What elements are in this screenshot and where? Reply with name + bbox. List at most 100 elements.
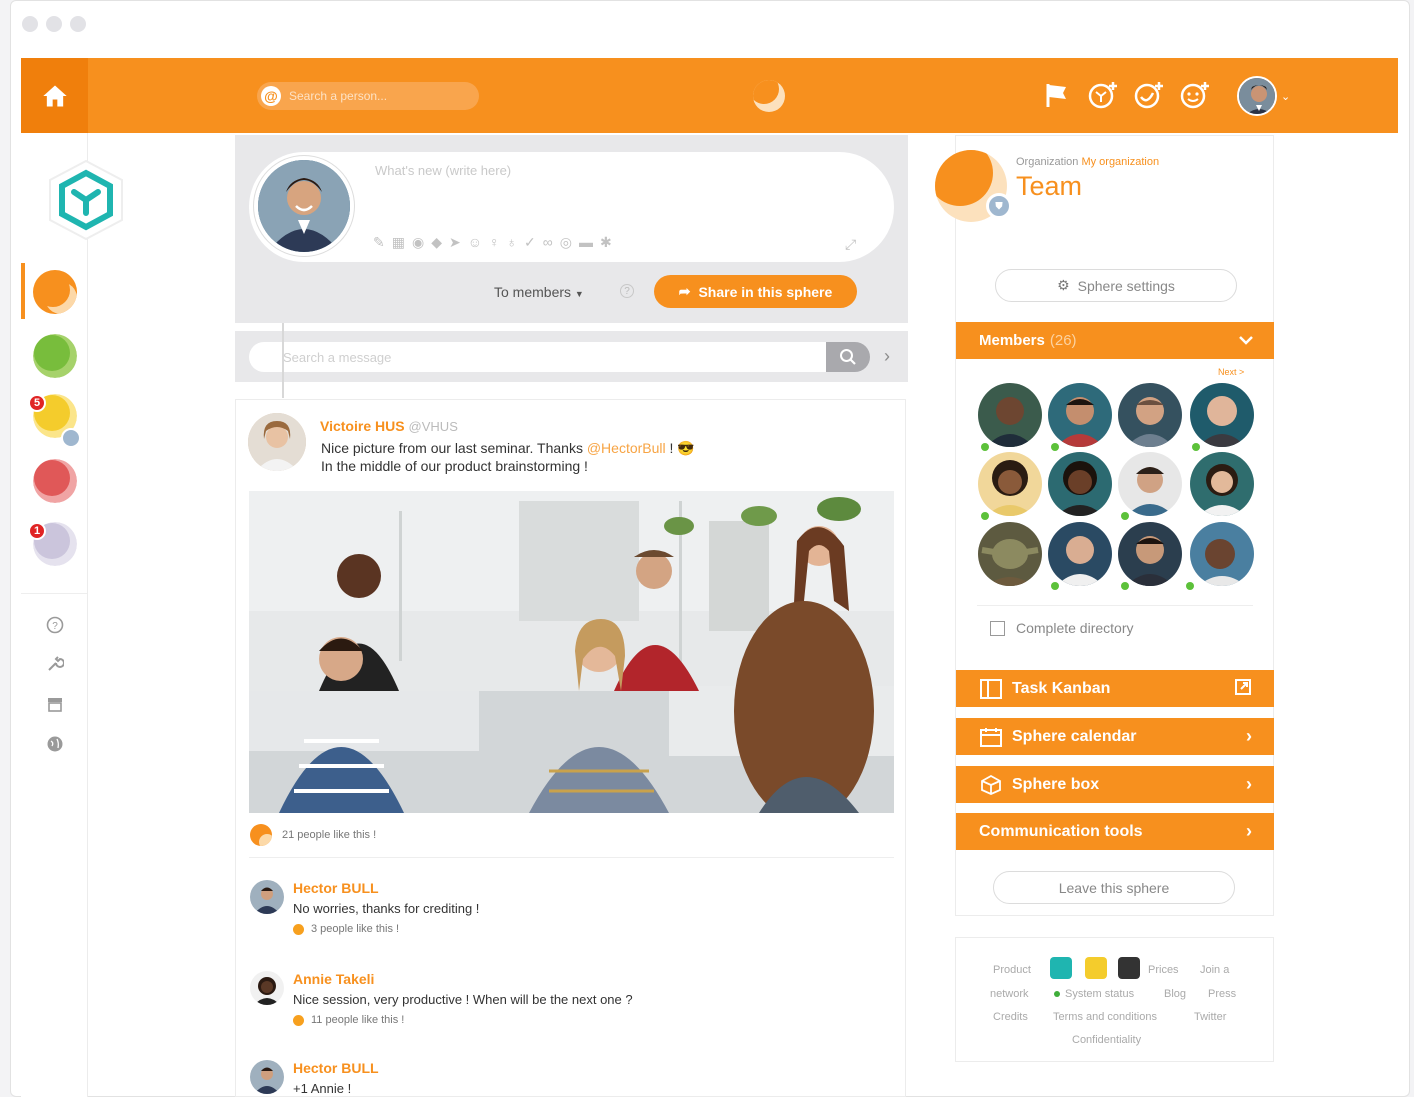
add-event-button[interactable]	[1133, 78, 1165, 112]
window-dot[interactable]	[22, 16, 38, 32]
members-header[interactable]: Members (26)	[956, 322, 1274, 359]
member-avatar[interactable]	[978, 522, 1042, 586]
notification-badge: 1	[28, 522, 46, 540]
online-indicator	[1192, 443, 1200, 451]
post-photo[interactable]	[249, 491, 894, 813]
member-avatar[interactable]	[1118, 452, 1182, 516]
expand-icon[interactable]: ⤢	[845, 236, 856, 253]
tools-button[interactable]	[45, 654, 65, 674]
communication-tools-button[interactable]: Communication tools ›	[956, 813, 1274, 850]
chevron-down-icon[interactable]: ⌄	[1281, 90, 1290, 103]
tag-icon[interactable]: ◆	[431, 234, 442, 251]
comment-avatar[interactable]	[250, 1060, 284, 1094]
complete-directory-link[interactable]: Complete directory	[990, 620, 1134, 636]
footer-twitter-link[interactable]: Twitter	[1194, 1011, 1226, 1023]
black-cube-icon[interactable]	[1118, 957, 1140, 979]
person-search[interactable]: @	[257, 82, 479, 110]
like-icon	[293, 1014, 304, 1026]
user-avatar[interactable]	[1237, 76, 1277, 116]
chat-icon[interactable]: ◉	[412, 234, 424, 251]
sphere-red[interactable]	[33, 459, 77, 503]
post-author-avatar[interactable]	[248, 413, 306, 471]
online-indicator	[1051, 582, 1059, 590]
add-contact-button[interactable]	[1179, 78, 1211, 112]
member-avatar[interactable]	[978, 452, 1042, 516]
send-icon[interactable]: ➤	[449, 234, 461, 251]
image-icon[interactable]: ▬	[579, 234, 593, 251]
message-search-input[interactable]: Search a message	[249, 342, 827, 372]
location-icon[interactable]: ♁	[507, 234, 518, 251]
flag-button[interactable]	[1041, 78, 1073, 112]
yellow-cube-icon[interactable]	[1085, 957, 1107, 979]
comment-avatar[interactable]	[250, 971, 284, 1005]
add-sphere-button[interactable]	[1087, 78, 1119, 112]
comment-author[interactable]: Hector BULL	[293, 880, 379, 896]
link-icon[interactable]: ∞	[543, 234, 553, 251]
check-icon[interactable]: ✓	[524, 234, 536, 251]
footer-network-link[interactable]: network	[990, 988, 1029, 1000]
idea-icon[interactable]: ♀	[489, 234, 500, 251]
attach-icon[interactable]: ✎	[373, 234, 385, 251]
eye-icon[interactable]: ◎	[560, 234, 572, 251]
post-author[interactable]: Victoire HUS @VHUS	[320, 418, 458, 434]
sphere-calendar-button[interactable]: Sphere calendar ›	[956, 718, 1274, 755]
app-logo[interactable]	[753, 80, 785, 112]
teal-cube-icon[interactable]	[1050, 957, 1072, 979]
sphere-green[interactable]	[33, 334, 77, 378]
comment-author[interactable]: Hector BULL	[293, 1060, 379, 1076]
member-avatar[interactable]	[1190, 383, 1254, 447]
member-avatar[interactable]	[1190, 452, 1254, 516]
store-button[interactable]	[45, 694, 65, 714]
post-likes[interactable]: 21 people like this !	[250, 824, 376, 846]
help-button[interactable]: ?	[45, 615, 65, 635]
sphere-settings-button[interactable]: ⚙ Sphere settings	[995, 269, 1237, 302]
leave-sphere-button[interactable]: Leave this sphere	[993, 871, 1235, 904]
window-dot[interactable]	[70, 16, 86, 32]
chevron-right-icon[interactable]: ›	[884, 346, 890, 367]
comment-text: No worries, thanks for crediting !	[293, 901, 480, 916]
comment-likes[interactable]: 11 people like this !	[293, 1014, 404, 1026]
footer-press-link[interactable]: Press	[1208, 988, 1236, 1000]
member-avatar[interactable]	[1190, 522, 1254, 586]
task-kanban-button[interactable]: Task Kanban	[956, 670, 1274, 707]
wrench-icon	[48, 656, 64, 671]
person-search-input[interactable]	[289, 89, 459, 103]
share-button[interactable]: ➦ Share in this sphere	[654, 275, 857, 308]
timeline-line	[282, 323, 284, 398]
org-name-link[interactable]: My organization	[1081, 156, 1159, 168]
member-avatar[interactable]	[1048, 522, 1112, 586]
sphere-box-button[interactable]: Sphere box ›	[956, 766, 1274, 803]
sphere-sidebar: 5 1 ?	[21, 133, 123, 1097]
globe-button[interactable]	[45, 734, 65, 754]
home-button[interactable]	[21, 58, 88, 133]
comment-avatar[interactable]	[250, 880, 284, 914]
member-avatar[interactable]	[1118, 383, 1182, 447]
emoji-icon[interactable]: ☺	[468, 234, 482, 251]
help-icon[interactable]: ?	[620, 284, 634, 298]
footer-product-link[interactable]: Product	[993, 964, 1031, 976]
brand-logo[interactable]	[45, 159, 127, 246]
calendar-icon[interactable]: ▦	[392, 234, 405, 251]
members-next-link[interactable]: Next >	[1218, 367, 1244, 377]
mention-link[interactable]: @HectorBull	[587, 440, 666, 456]
comment-likes[interactable]: 3 people like this !	[293, 923, 399, 935]
message-search-button[interactable]	[826, 342, 870, 372]
member-avatar[interactable]	[1048, 452, 1112, 516]
audience-select[interactable]: To members ▼	[494, 284, 584, 300]
footer-credits-link[interactable]: Credits	[993, 1011, 1028, 1023]
member-avatar[interactable]	[1048, 383, 1112, 447]
footer-system-status-link[interactable]: System status	[1054, 988, 1134, 1000]
footer-prices-link[interactable]: Prices	[1148, 964, 1179, 976]
footer-join-link[interactable]: Join a	[1200, 964, 1229, 976]
footer-confidentiality-link[interactable]: Confidentiality	[1072, 1034, 1141, 1046]
settings-icon[interactable]: ✱	[600, 234, 612, 251]
comment-author[interactable]: Annie Takeli	[293, 971, 374, 987]
window-dot[interactable]	[46, 16, 62, 32]
member-avatar[interactable]	[978, 383, 1042, 447]
top-actions	[1041, 78, 1211, 112]
member-avatar[interactable]	[1118, 522, 1182, 586]
sphere-title: Team	[1016, 171, 1083, 201]
footer-terms-link[interactable]: Terms and conditions	[1053, 1011, 1157, 1023]
footer-blog-link[interactable]: Blog	[1164, 988, 1186, 1000]
sphere-team[interactable]	[33, 270, 77, 314]
